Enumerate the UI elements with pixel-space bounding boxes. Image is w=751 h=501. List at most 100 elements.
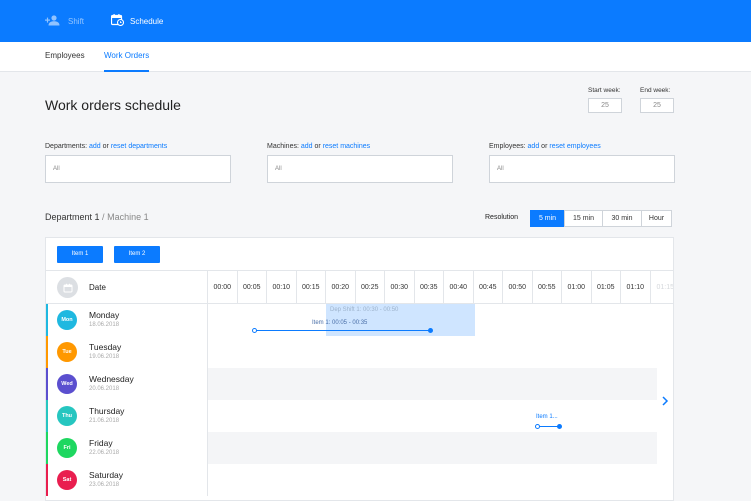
time-header-cell: 00:10 — [267, 271, 297, 304]
start-week-label: Start week: — [588, 87, 621, 94]
day-badge: Mon — [57, 310, 77, 330]
resolution-15min-button[interactable]: 15 min — [564, 210, 603, 227]
day-badge: Tue — [57, 342, 77, 362]
sub-tabs: Employees Work Orders — [0, 42, 751, 72]
day-accent — [46, 304, 48, 336]
machines-label: Machines: — [267, 143, 299, 150]
resolution-30min-button[interactable]: 30 min — [602, 210, 642, 227]
employees-filter-label: Employees: add or reset employees — [489, 143, 601, 150]
day-name: Friday — [89, 438, 113, 448]
time-header-cell: 01:05 — [592, 271, 621, 304]
page-title: Work orders schedule — [45, 97, 181, 113]
work-order-start-handle[interactable] — [535, 423, 540, 429]
work-order-bar[interactable] — [255, 330, 431, 331]
date-header-cell: Date — [46, 271, 208, 304]
day-row-thursday: Thu Thursday 21.06.2018 Item 1... — [46, 400, 673, 432]
calendar-clock-icon — [110, 14, 125, 28]
timeline-header: Date 00:00 00:05 00:10 00:15 00:20 00:25… — [46, 270, 674, 304]
departments-select[interactable]: All — [45, 155, 231, 183]
nav-shift[interactable]: Shift — [45, 0, 84, 42]
time-header-cell: 00:05 — [238, 271, 267, 304]
day-date: 22.06.2018 — [89, 450, 120, 456]
resolution-label: Resolution — [485, 214, 519, 221]
time-header-cell: 00:40 — [444, 271, 474, 304]
item-1-button[interactable]: Item 1 — [57, 246, 103, 263]
day-timeline[interactable] — [208, 464, 657, 496]
tab-work-orders[interactable]: Work Orders — [104, 42, 150, 72]
day-badge: Thu — [57, 406, 77, 426]
time-header-cell: 00:20 — [326, 271, 356, 304]
item-2-button[interactable]: Item 2 — [114, 246, 160, 263]
work-order-label: Item 1... — [536, 414, 558, 420]
or-text: or — [541, 143, 548, 150]
day-accent — [46, 464, 48, 496]
day-row-monday: Mon Monday 18.06.2018 Dep Shift 1: 00:30… — [46, 304, 673, 336]
chevron-right-icon[interactable] — [659, 394, 671, 406]
day-date: 19.06.2018 — [89, 354, 120, 360]
machines-add-link[interactable]: add — [301, 143, 313, 150]
day-cell: Thu Thursday 21.06.2018 — [46, 400, 208, 432]
users-add-icon — [45, 14, 62, 28]
day-date: 18.06.2018 — [89, 322, 120, 328]
employees-label: Employees: — [489, 143, 526, 150]
time-header-cell: 00:35 — [415, 271, 444, 304]
calendar-icon — [57, 277, 78, 298]
day-accent — [46, 432, 48, 464]
day-date: 20.06.2018 — [89, 386, 120, 392]
time-header-cell: 00:45 — [474, 271, 503, 304]
day-date: 21.06.2018 — [89, 418, 120, 424]
day-cell: Mon Monday 18.06.2018 — [46, 304, 208, 336]
work-order-end-handle[interactable] — [428, 327, 433, 333]
day-name: Thursday — [89, 406, 125, 416]
day-row-friday: Fri Friday 22.06.2018 — [46, 432, 673, 464]
schedule-panel: Item 1 Item 2 Date 00:00 00:05 00:10 00:… — [45, 237, 674, 501]
departments-filter-label: Departments: add or reset departments — [45, 143, 167, 150]
day-badge: Fri — [57, 438, 77, 458]
day-date: 23.06.2018 — [89, 482, 120, 488]
machines-reset-link[interactable]: reset machines — [323, 143, 370, 150]
day-name: Monday — [89, 310, 120, 320]
employees-add-link[interactable]: add — [528, 143, 540, 150]
employees-select[interactable]: All — [489, 155, 675, 183]
nav-shift-label: Shift — [68, 16, 85, 26]
time-header-cell: 01:10 — [621, 271, 651, 304]
day-row-saturday: Sat Saturday 23.06.2018 — [46, 464, 673, 496]
work-order-end-handle[interactable] — [557, 423, 562, 429]
time-header-cell: 00:30 — [385, 271, 415, 304]
day-timeline[interactable] — [208, 400, 657, 432]
departments-reset-link[interactable]: reset departments — [111, 143, 167, 150]
employees-reset-link[interactable]: reset employees — [549, 143, 600, 150]
nav-schedule[interactable]: Schedule — [110, 0, 163, 42]
day-timeline[interactable] — [208, 336, 657, 368]
time-header-cell: 01:00 — [562, 271, 592, 304]
end-week-input[interactable]: 25 — [640, 98, 674, 113]
day-badge: Sat — [57, 470, 77, 490]
day-name: Tuesday — [89, 342, 122, 352]
resolution-5min-button[interactable]: 5 min — [530, 210, 565, 227]
day-cell: Tue Tuesday 19.06.2018 — [46, 336, 208, 368]
start-week-input[interactable]: 25 — [588, 98, 622, 113]
machines-select[interactable]: All — [267, 155, 453, 183]
day-accent — [46, 400, 48, 432]
day-timeline[interactable] — [208, 432, 657, 464]
work-order-start-handle[interactable] — [252, 327, 257, 333]
breadcrumb: Department 1 / Machine 1 — [45, 212, 149, 222]
tab-employees[interactable]: Employees — [45, 42, 85, 72]
date-header-label: Date — [89, 283, 106, 292]
day-timeline[interactable] — [208, 368, 657, 400]
day-row-tuesday: Tue Tuesday 19.06.2018 — [46, 336, 673, 368]
departments-label: Departments: — [45, 143, 88, 150]
or-text: or — [314, 143, 321, 150]
time-header-cell: 00:00 — [208, 271, 238, 304]
day-badge: Wed — [57, 374, 77, 394]
time-header-cell: 01:15 — [656, 284, 674, 291]
time-header-cell: 00:55 — [533, 271, 562, 304]
time-header-cell: 00:25 — [356, 271, 385, 304]
time-header-cell: 00:50 — [503, 271, 533, 304]
department-name: Department 1 — [45, 212, 100, 222]
departments-add-link[interactable]: add — [89, 143, 101, 150]
day-accent — [46, 368, 48, 400]
time-header-cell: 00:15 — [297, 271, 326, 304]
resolution-hour-button[interactable]: Hour — [641, 210, 672, 227]
machines-filter-label: Machines: add or reset machines — [267, 143, 370, 150]
